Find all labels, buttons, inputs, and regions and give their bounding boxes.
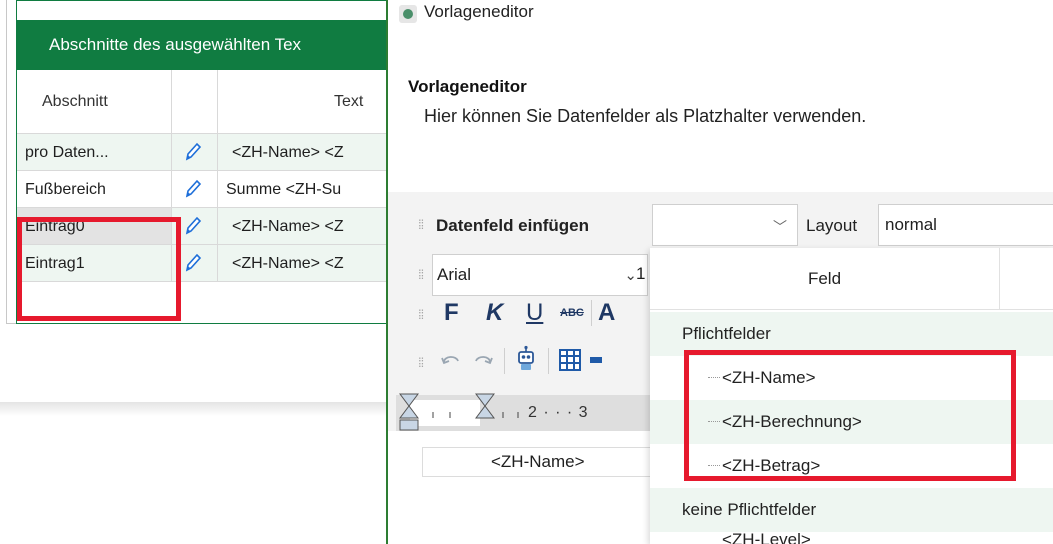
chevron-down-icon[interactable]: ﹀: [773, 217, 787, 237]
toolbar-separator: [504, 348, 505, 374]
toolbar-separator: [591, 300, 592, 326]
insert-field-dropdown[interactable]: ﹀: [652, 204, 798, 246]
toolbar-grip-icon[interactable]: ⁞⁞: [418, 268, 426, 282]
column-header-feld[interactable]: Feld: [650, 248, 1000, 310]
bold-button[interactable]: F: [444, 298, 459, 328]
table-icon[interactable]: [558, 348, 582, 372]
column-header-text[interactable]: Text: [218, 70, 388, 134]
pencil-icon[interactable]: [184, 179, 202, 199]
grid-title-bar: Abschnitte des ausgewählten Tex: [16, 20, 388, 70]
font-family-value: Arial: [437, 265, 472, 284]
font-family-dropdown[interactable]: Arial ⌄: [432, 254, 648, 296]
pencil-icon[interactable]: [184, 216, 202, 236]
table-row-text[interactable]: Summe <ZH-Su: [218, 171, 388, 208]
field-list-header: Feld: [650, 248, 1053, 310]
insert-field-label: Datenfeld einfügen: [436, 216, 590, 235]
window-shadow: [0, 402, 388, 416]
toolbar-grip-icon[interactable]: ⁞⁞: [418, 356, 426, 370]
horizontal-line-icon[interactable]: [590, 357, 602, 363]
table-row-text[interactable]: <ZH-Name> <Z: [218, 208, 388, 245]
toolbar-grip-icon[interactable]: ⁞⁞: [418, 218, 426, 232]
robot-icon[interactable]: [514, 345, 538, 373]
edit-cell[interactable]: [172, 134, 218, 171]
underline-button[interactable]: U: [526, 298, 543, 328]
highlight-box-required-fields: [684, 350, 1016, 481]
field-item-zh-level[interactable]: <ZH-Level>: [650, 532, 1053, 544]
toolbar-separator: [548, 348, 549, 374]
window-title: Vorlageneditor: [424, 2, 534, 21]
sections-window: Abschnitte des ausgewählten Tex Abschnit…: [0, 0, 388, 544]
dialog-subtitle: Hier können Sie Datenfelder als Platzhal…: [424, 106, 867, 126]
field-group-optional[interactable]: keine Pflichtfelder: [650, 488, 1053, 532]
italic-button[interactable]: K: [486, 298, 503, 328]
pencil-icon[interactable]: [184, 253, 202, 273]
table-row-abschnitt[interactable]: Fußbereich: [17, 171, 172, 208]
ruler-numbers: 2 · · · 3: [528, 404, 589, 421]
toolbar-grip-icon[interactable]: ⁞⁞: [418, 308, 426, 322]
template-editor-window: Vorlageneditor Vorlageneditor Hier könne…: [386, 0, 1053, 544]
pencil-icon[interactable]: [184, 142, 202, 162]
field-item-label: <ZH-Level>: [722, 532, 811, 544]
highlight-box-entries: [17, 217, 181, 321]
column-header-abschnitt[interactable]: Abschnitt: [17, 70, 172, 134]
font-color-button[interactable]: A: [598, 298, 615, 328]
table-row-text[interactable]: <ZH-Name> <Z: [218, 134, 388, 171]
undo-icon[interactable]: [440, 350, 462, 370]
edit-cell[interactable]: [172, 171, 218, 208]
redo-icon[interactable]: [472, 350, 494, 370]
title-bar[interactable]: Vorlageneditor: [388, 0, 1053, 30]
document-table-cell[interactable]: <ZH-Name>: [422, 447, 682, 477]
table-row-text[interactable]: <ZH-Name> <Z: [218, 245, 388, 282]
column-header-edit[interactable]: [172, 70, 218, 134]
layout-dropdown[interactable]: normal: [878, 204, 1053, 246]
layout-label: Layout: [806, 216, 858, 235]
app-icon: [399, 5, 417, 23]
table-row-abschnitt[interactable]: pro Daten...: [17, 134, 172, 171]
group-label: keine Pflichtfelder: [682, 500, 817, 519]
dialog-title: Vorlageneditor: [408, 77, 527, 96]
strikethrough-button[interactable]: ABC: [560, 298, 584, 328]
